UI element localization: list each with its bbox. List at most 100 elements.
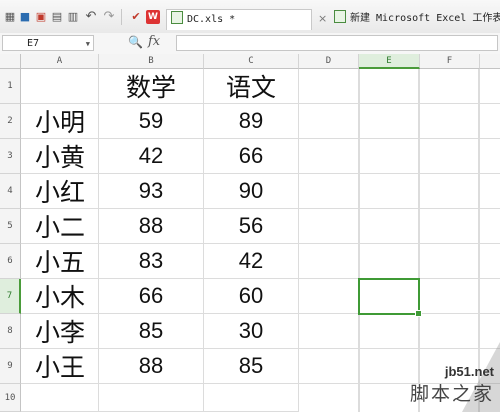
- row-header-1[interactable]: 1: [0, 69, 21, 104]
- wps-logo-icon[interactable]: W: [146, 10, 160, 24]
- cell-c10[interactable]: [204, 384, 299, 412]
- cell-b7[interactable]: 66: [99, 279, 204, 314]
- column-header-d[interactable]: D: [299, 54, 359, 69]
- math-score: 85: [138, 318, 164, 343]
- cell-c2[interactable]: 89: [204, 104, 299, 139]
- watermark-site: jb51.net: [444, 364, 494, 379]
- print-preview-icon[interactable]: ▥: [66, 10, 80, 24]
- row-header-2[interactable]: 2: [0, 104, 21, 139]
- cell-a4[interactable]: 小红: [21, 174, 99, 209]
- math-score: 83: [138, 248, 164, 273]
- cell-c8[interactable]: 30: [204, 314, 299, 349]
- name-box[interactable]: E7 ▼: [2, 35, 94, 51]
- row-header-9[interactable]: 9: [0, 349, 21, 384]
- cell-c5[interactable]: 56: [204, 209, 299, 244]
- redo-icon[interactable]: ↷: [102, 10, 116, 24]
- student-name: 小王: [35, 353, 86, 382]
- cell-a1[interactable]: [21, 69, 99, 104]
- cell-a9[interactable]: 小王: [21, 349, 99, 384]
- fill-handle[interactable]: [415, 310, 422, 317]
- student-name: 小明: [35, 108, 86, 137]
- cell-b4[interactable]: 93: [99, 174, 204, 209]
- active-cell-e7[interactable]: [358, 278, 422, 317]
- row-header-8[interactable]: 8: [0, 314, 21, 349]
- toolbar-separator: [121, 9, 122, 25]
- column-header-g[interactable]: [480, 54, 500, 69]
- cell-a5[interactable]: 小二: [21, 209, 99, 244]
- cell-b5[interactable]: 88: [99, 209, 204, 244]
- chinese-score: 30: [238, 318, 264, 343]
- student-name: 小木: [35, 283, 86, 312]
- column-header-f[interactable]: F: [420, 54, 480, 69]
- column-header-c[interactable]: C: [204, 54, 299, 69]
- cell-a8[interactable]: 小李: [21, 314, 99, 349]
- save-icon[interactable]: ■: [18, 10, 32, 24]
- student-name: 小李: [35, 318, 86, 347]
- print-icon[interactable]: ▤: [50, 10, 64, 24]
- column-header-b[interactable]: B: [99, 54, 204, 69]
- cell-a7[interactable]: 小木: [21, 279, 99, 314]
- row-header-4[interactable]: 4: [0, 174, 21, 209]
- zoom-lookup-icon[interactable]: 🔍: [128, 35, 143, 49]
- cell-a6[interactable]: 小五: [21, 244, 99, 279]
- cell-c6[interactable]: 42: [204, 244, 299, 279]
- tab-label: 新建 Microsoft Excel 工作表.xl: [350, 13, 500, 24]
- chinese-score: 66: [238, 143, 264, 168]
- watermark: jb51.net 脚本之家: [410, 364, 494, 406]
- chinese-score: 89: [238, 108, 264, 133]
- cell-b6[interactable]: 83: [99, 244, 204, 279]
- chevron-down-icon[interactable]: ▼: [86, 36, 90, 52]
- cell-a10[interactable]: [21, 384, 99, 412]
- column-e-gridlines: [419, 69, 420, 412]
- student-name: 小红: [35, 178, 86, 207]
- cell-a2[interactable]: 小明: [21, 104, 99, 139]
- math-score: 59: [138, 108, 164, 133]
- column-header-a[interactable]: A: [21, 54, 99, 69]
- row-header-10[interactable]: 10: [0, 384, 21, 412]
- cell-b8[interactable]: 85: [99, 314, 204, 349]
- cell-b2[interactable]: 59: [99, 104, 204, 139]
- cell-b3[interactable]: 42: [99, 139, 204, 174]
- cell-b1[interactable]: 数学: [99, 69, 204, 104]
- chinese-score: 60: [238, 283, 264, 308]
- student-name: 小黄: [35, 143, 86, 172]
- cell-c4[interactable]: 90: [204, 174, 299, 209]
- column-e-gridlines: [359, 69, 360, 412]
- select-all-corner[interactable]: [0, 54, 21, 69]
- math-score: 88: [138, 353, 164, 378]
- name-box-value: E7: [27, 38, 40, 49]
- cell-c9[interactable]: 85: [204, 349, 299, 384]
- formula-input[interactable]: [176, 35, 498, 51]
- chinese-score: 85: [238, 353, 264, 378]
- cell-c3[interactable]: 66: [204, 139, 299, 174]
- chinese-header: 语文: [225, 73, 276, 102]
- tab-label: DC.xls *: [187, 14, 236, 25]
- tab-dc-xls[interactable]: DC.xls *: [166, 9, 312, 30]
- spreadsheet-grid: A B C D E F 1 2 3 4 5 6 7 8 9 10 数学 语文 小…: [0, 54, 500, 412]
- row-header-3[interactable]: 3: [0, 139, 21, 174]
- cell-c1[interactable]: 语文: [204, 69, 299, 104]
- menu-grid-icon[interactable]: ▦: [3, 10, 17, 24]
- spreadsheet-icon: [334, 10, 346, 23]
- cell-b9[interactable]: 88: [99, 349, 204, 384]
- math-score: 88: [138, 213, 164, 238]
- cell-c7[interactable]: 60: [204, 279, 299, 314]
- cell-a3[interactable]: 小黄: [21, 139, 99, 174]
- math-header: 数学: [125, 73, 176, 102]
- close-tab-button[interactable]: ×: [318, 9, 327, 29]
- format-painter-icon[interactable]: ✔: [129, 10, 143, 24]
- title-toolbar: ▦ ■ ▣ ▤ ▥ ↶ ↷ ✔ W DC.xls * × 新建 Microsof…: [0, 0, 500, 34]
- cell-b10[interactable]: [99, 384, 204, 412]
- chinese-score: 90: [238, 178, 264, 203]
- column-header-e[interactable]: E: [359, 54, 420, 69]
- spreadsheet-icon: [171, 11, 183, 24]
- student-name: 小二: [35, 213, 86, 242]
- row-header-6[interactable]: 6: [0, 244, 21, 279]
- row-header-7[interactable]: 7: [0, 279, 21, 314]
- formula-bar: E7 ▼ 🔍 fx: [0, 33, 500, 55]
- export-pdf-icon[interactable]: ▣: [34, 10, 48, 24]
- function-icon[interactable]: fx: [148, 34, 160, 49]
- tab-new-excel[interactable]: 新建 Microsoft Excel 工作表.xl: [334, 9, 500, 29]
- undo-icon[interactable]: ↶: [84, 10, 98, 24]
- row-header-5[interactable]: 5: [0, 209, 21, 244]
